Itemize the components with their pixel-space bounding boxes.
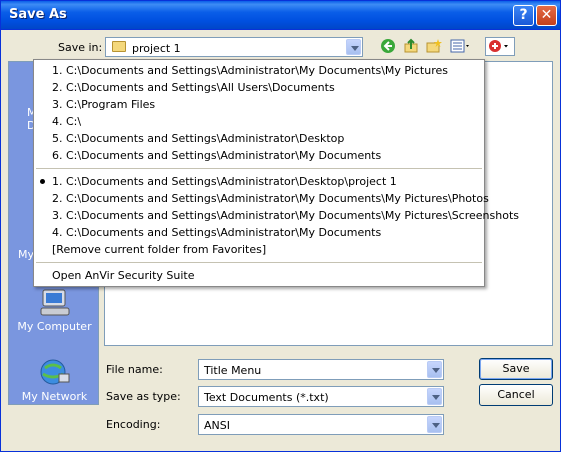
save-as-type-value: Text Documents (*.txt) xyxy=(204,391,329,404)
favorite-folder-item[interactable]: 1. C:\Documents and Settings\Administrat… xyxy=(52,173,397,190)
save-as-type-combo[interactable]: Text Documents (*.txt) xyxy=(198,386,444,407)
encoding-value: ANSI xyxy=(204,419,230,432)
current-bullet-icon xyxy=(40,179,45,184)
chevron-down-icon[interactable] xyxy=(427,416,442,433)
recent-folder-item[interactable]: 1. C:\Documents and Settings\Administrat… xyxy=(52,62,448,79)
remove-favorite-item[interactable]: [Remove current folder from Favorites] xyxy=(52,241,266,258)
close-button[interactable]: ✕ xyxy=(536,5,557,26)
back-icon[interactable] xyxy=(378,38,398,56)
computer-icon xyxy=(39,288,71,316)
cancel-button[interactable]: Cancel xyxy=(479,384,553,406)
places-item-my-network[interactable]: My Network xyxy=(9,358,100,403)
favorites-dropdown-menu: 1. C:\Documents and Settings\Administrat… xyxy=(33,59,519,287)
recent-folder-item[interactable]: 3. C:\Program Files xyxy=(52,96,155,113)
save-as-dialog: Save As ? ✕ Save in: project 1 M D My My… xyxy=(0,0,561,452)
favorites-add-icon[interactable] xyxy=(485,37,515,56)
new-folder-icon[interactable] xyxy=(424,38,444,56)
menu-separator xyxy=(36,168,482,169)
save-in-combo[interactable]: project 1 xyxy=(105,37,363,57)
favorite-folder-item[interactable]: 2. C:\Documents and Settings\Administrat… xyxy=(52,190,489,207)
encoding-label: Encoding: xyxy=(106,418,161,431)
up-folder-icon[interactable] xyxy=(401,38,421,56)
chevron-down-icon[interactable] xyxy=(427,361,442,378)
favorite-folder-item[interactable]: 3. C:\Documents and Settings\Administrat… xyxy=(52,207,519,224)
my-computer-label: My Computer xyxy=(17,320,92,333)
save-in-label: Save in: xyxy=(58,41,103,54)
places-item-my-computer[interactable]: My Computer xyxy=(9,288,100,333)
recent-folder-item[interactable]: 5. C:\Documents and Settings\Administrat… xyxy=(52,130,344,147)
help-button[interactable]: ? xyxy=(513,5,534,26)
my-network-label: My Network xyxy=(21,390,88,403)
chevron-down-icon[interactable] xyxy=(346,39,361,55)
places-label-partial: My xyxy=(18,248,35,261)
view-menu-icon[interactable] xyxy=(448,38,474,56)
file-name-label: File name: xyxy=(106,363,163,376)
open-anvir-item[interactable]: Open AnVir Security Suite xyxy=(52,267,195,284)
recent-folder-item[interactable]: 4. C:\ xyxy=(52,113,81,130)
file-name-combo[interactable]: Title Menu xyxy=(198,359,444,380)
recent-folder-item[interactable]: 2. C:\Documents and Settings\All Users\D… xyxy=(52,79,335,96)
window-title: Save As xyxy=(9,7,67,22)
favorite-folder-item[interactable]: 4. C:\Documents and Settings\Administrat… xyxy=(52,224,381,241)
recent-folder-item[interactable]: 6. C:\Documents and Settings\Administrat… xyxy=(52,147,381,164)
save-in-value: project 1 xyxy=(132,42,181,55)
chevron-down-icon[interactable] xyxy=(427,388,442,405)
menu-separator xyxy=(36,262,482,263)
save-button[interactable]: Save xyxy=(479,358,553,380)
network-icon xyxy=(39,358,71,386)
save-as-type-label: Save as type: xyxy=(106,390,181,403)
encoding-combo[interactable]: ANSI xyxy=(198,414,444,435)
file-name-value: Title Menu xyxy=(204,364,262,377)
title-bar: Save As ? ✕ xyxy=(1,1,560,30)
folder-icon xyxy=(112,41,126,52)
